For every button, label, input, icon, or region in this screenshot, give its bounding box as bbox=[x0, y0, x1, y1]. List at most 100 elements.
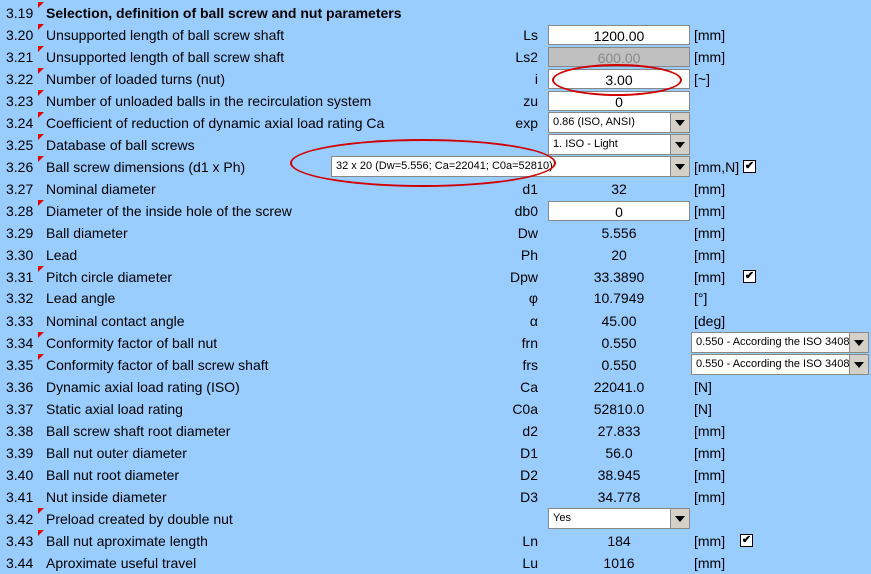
row-number: 3.40 bbox=[6, 467, 34, 483]
pitch-circle-diameter-value: 33.3890 bbox=[593, 269, 645, 285]
row-loaded-turns: 3.22 Number of loaded turns (nut) i 3.00… bbox=[0, 68, 871, 90]
conformity-shaft-value: 0.550 bbox=[601, 357, 637, 373]
row-number: 3.20 bbox=[6, 27, 34, 43]
row-pitch-circle-diameter: 3.31 Pitch circle diameter Dpw 33.3890 [… bbox=[0, 266, 871, 288]
inside-hole-input[interactable]: 0 bbox=[548, 201, 690, 221]
row-number: 3.34 bbox=[6, 335, 34, 351]
row-unit: [N] bbox=[694, 379, 712, 395]
row-symbol: Dw bbox=[517, 225, 538, 241]
row-label: Conformity factor of ball nut bbox=[46, 335, 218, 351]
select-value: 0.86 (ISO, ANSI) bbox=[553, 116, 635, 128]
row-symbol: i bbox=[534, 71, 538, 87]
row-label: Number of unloaded balls in the recircul… bbox=[46, 93, 372, 109]
row-label: Static axial load rating bbox=[46, 401, 183, 417]
row-unit: [~] bbox=[694, 71, 710, 87]
dimensions-checkbox[interactable]: ✔ bbox=[743, 160, 756, 173]
row-static-load-rating: 3.37 Static axial load rating C0a 52810.… bbox=[0, 398, 871, 420]
row-symbol: zu bbox=[523, 93, 538, 109]
row-symbol: α bbox=[529, 313, 538, 329]
comment-marker-icon bbox=[38, 24, 44, 30]
nut-length-checkbox[interactable]: ✔ bbox=[740, 534, 753, 547]
preload-select[interactable]: Yes bbox=[548, 508, 690, 529]
useful-travel-value: 1016 bbox=[603, 555, 635, 571]
row-label: Aproximate useful travel bbox=[46, 555, 197, 571]
select-value: 0.550 - According the ISO 3408 bbox=[696, 358, 850, 370]
row-label: Coefficient of reduction of dynamic axia… bbox=[46, 115, 385, 131]
row-label: Dynamic axial load rating (ISO) bbox=[46, 379, 240, 395]
row-label: Ball diameter bbox=[46, 225, 128, 241]
static-load-value: 52810.0 bbox=[593, 401, 645, 417]
row-unit: [mm] bbox=[694, 445, 726, 461]
chevron-down-icon[interactable] bbox=[670, 113, 689, 132]
row-number: 3.39 bbox=[6, 445, 34, 461]
row-number: 3.21 bbox=[6, 49, 34, 65]
row-ball-screw-dimensions: 3.26 Ball screw dimensions (d1 x Ph) 32 … bbox=[0, 156, 871, 178]
row-conformity-nut: 3.34 Conformity factor of ball nut frn 0… bbox=[0, 332, 871, 354]
conformity-nut-select[interactable]: 0.550 - According the ISO 3408 bbox=[691, 332, 869, 353]
row-unit: [mm] bbox=[694, 269, 726, 285]
lead-value: 20 bbox=[611, 247, 627, 263]
ball-screw-dimensions-select[interactable]: 32 x 20 (Dw=5.556; Ca=22041; C0a=52810) bbox=[331, 156, 690, 177]
ls2-input: 600.00 bbox=[548, 47, 690, 67]
row-nominal-diameter: 3.27 Nominal diameter d1 32 [mm] bbox=[0, 178, 871, 200]
reduction-coefficient-select[interactable]: 0.86 (ISO, ANSI) bbox=[548, 112, 690, 133]
row-unit: [°] bbox=[694, 290, 708, 306]
row-unit: [mm] bbox=[694, 489, 726, 505]
row-database: 3.25 Database of ball screws 1. ISO - Li… bbox=[0, 134, 871, 156]
row-preload: 3.42 Preload created by double nut Yes bbox=[0, 508, 871, 530]
chevron-down-icon[interactable] bbox=[670, 157, 689, 176]
row-symbol: D2 bbox=[520, 467, 538, 483]
row-symbol: Ph bbox=[520, 247, 538, 263]
select-value: 0.550 - According the ISO 3408 bbox=[696, 336, 850, 348]
row-symbol: d1 bbox=[522, 181, 538, 197]
row-nut-root-diameter: 3.40 Ball nut root diameter D2 38.945 [m… bbox=[0, 464, 871, 486]
unloaded-balls-input[interactable]: 0 bbox=[548, 91, 690, 111]
row-symbol: C0a bbox=[512, 401, 538, 417]
row-number: 3.37 bbox=[6, 401, 34, 417]
row-unsupported-length-ls2: 3.21 Unsupported length of ball screw sh… bbox=[0, 46, 871, 68]
row-label: Nominal contact angle bbox=[46, 313, 185, 329]
row-unit: [N] bbox=[694, 401, 712, 417]
row-contact-angle: 3.33 Nominal contact angle α 45.00 [deg] bbox=[0, 310, 871, 332]
section-title: Selection, definition of ball screw and … bbox=[46, 5, 402, 21]
row-number: 3.19 bbox=[6, 5, 34, 21]
row-label: Ball screw dimensions (d1 x Ph) bbox=[46, 159, 246, 175]
conformity-shaft-select[interactable]: 0.550 - According the ISO 3408 bbox=[691, 354, 869, 375]
row-number: 3.23 bbox=[6, 93, 34, 109]
pitch-diameter-checkbox[interactable]: ✔ bbox=[743, 270, 756, 283]
row-symbol: Ca bbox=[520, 379, 538, 395]
row-unit: [mm] bbox=[694, 555, 726, 571]
row-number: 3.32 bbox=[6, 290, 34, 306]
row-number: 3.41 bbox=[6, 489, 34, 505]
section-title-row: 3.19 Selection, definition of ball screw… bbox=[0, 2, 871, 24]
row-unit: [mm] bbox=[694, 467, 726, 483]
row-symbol: db0 bbox=[514, 203, 538, 219]
row-unit: [mm] bbox=[694, 247, 726, 263]
loaded-turns-input[interactable]: 3.00 bbox=[548, 69, 690, 89]
row-symbol: d2 bbox=[522, 423, 538, 439]
row-shaft-root-diameter: 3.38 Ball screw shaft root diameter d2 2… bbox=[0, 420, 871, 442]
row-ball-diameter: 3.29 Ball diameter Dw 5.556 [mm] bbox=[0, 222, 871, 244]
conformity-nut-value: 0.550 bbox=[601, 335, 637, 351]
chevron-down-icon[interactable] bbox=[849, 333, 868, 352]
chevron-down-icon[interactable] bbox=[670, 509, 689, 528]
chevron-down-icon[interactable] bbox=[670, 135, 689, 154]
row-symbol: Lu bbox=[522, 555, 538, 571]
select-value: Yes bbox=[553, 512, 571, 524]
row-label: Unsupported length of ball screw shaft bbox=[46, 49, 285, 65]
database-select[interactable]: 1. ISO - Light bbox=[548, 134, 690, 155]
chevron-down-icon[interactable] bbox=[849, 355, 868, 374]
row-number: 3.43 bbox=[6, 533, 34, 549]
row-number: 3.28 bbox=[6, 203, 34, 219]
nut-length-value: 184 bbox=[607, 533, 631, 549]
comment-marker-icon bbox=[38, 46, 44, 52]
row-symbol: φ bbox=[528, 290, 538, 306]
row-conformity-shaft: 3.35 Conformity factor of ball screw sha… bbox=[0, 354, 871, 376]
row-symbol: D3 bbox=[520, 489, 538, 505]
row-label: Ball nut outer diameter bbox=[46, 445, 187, 461]
row-number: 3.35 bbox=[6, 357, 34, 373]
ls-input[interactable]: 1200.00 bbox=[548, 25, 690, 45]
comment-marker-icon bbox=[38, 266, 44, 272]
shaft-root-diameter-value: 27.833 bbox=[597, 423, 641, 439]
comment-marker-icon bbox=[38, 354, 44, 360]
